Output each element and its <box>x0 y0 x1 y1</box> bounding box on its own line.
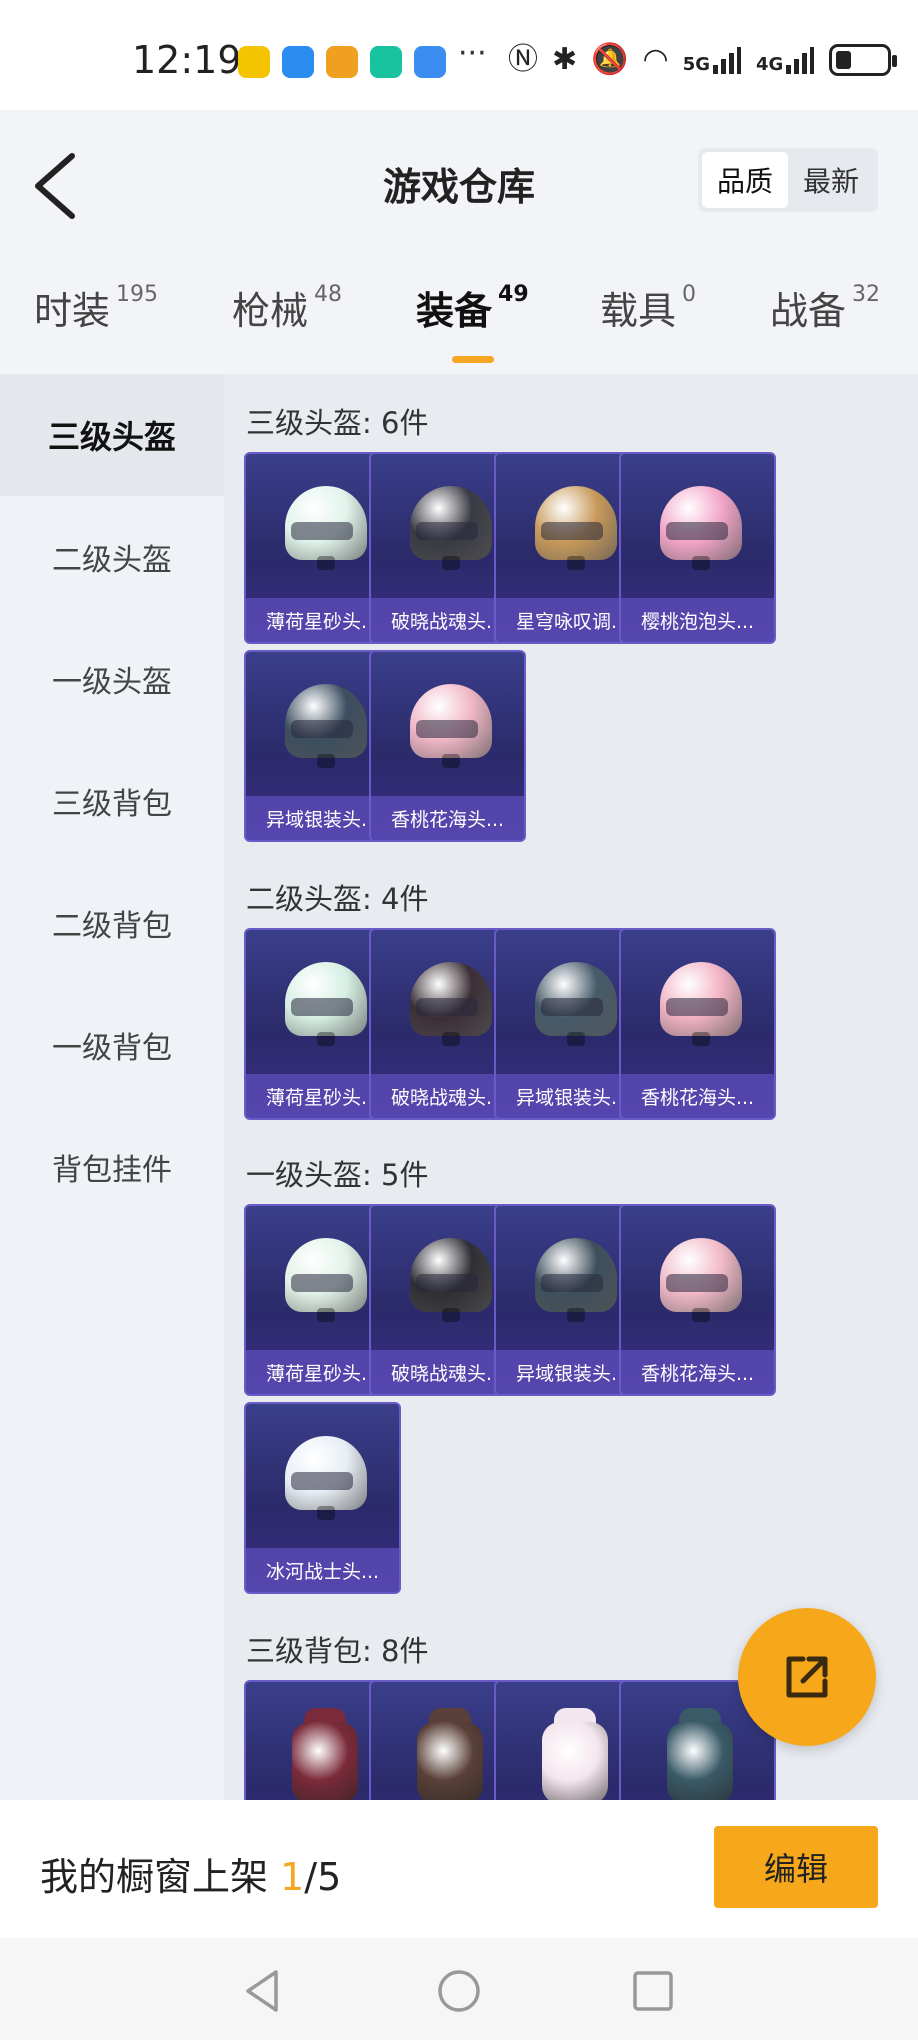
tab-fashion[interactable]: 时装 195 <box>34 280 158 335</box>
bluetooth-icon: ✱ <box>552 42 578 77</box>
section-title: 一级头盔: 5件 <box>246 1158 429 1192</box>
square-recents-icon <box>633 1971 673 2011</box>
share-button[interactable] <box>738 1608 876 1746</box>
notification-app-icon <box>370 46 402 78</box>
nav-back-button[interactable] <box>238 1966 288 2016</box>
more-notifications-icon: ··· <box>458 36 487 71</box>
circle-home-icon <box>438 1970 480 2012</box>
sidebar-item-level3-helmet[interactable]: 三级头盔 <box>0 374 224 496</box>
item-name: 香桃花海头... <box>621 1074 774 1118</box>
sidebar: 三级头盔 二级头盔 一级头盔 三级背包 二级背包 一级背包 背包挂件 <box>0 374 224 1800</box>
item-card[interactable]: 冰河战士头... <box>244 1402 401 1594</box>
tab-label: 枪械 <box>232 289 309 333</box>
share-icon <box>786 1656 828 1698</box>
helmet-image <box>621 1206 774 1354</box>
triangle-back-icon <box>246 1970 278 2012</box>
sidebar-item-level1-helmet[interactable]: 一级头盔 <box>0 618 224 740</box>
tab-count: 0 <box>682 282 697 307</box>
header: 游戏仓库 品质 最新 时装 195 枪械 48 装备 49 载具 0 战备 32 <box>0 110 918 374</box>
sort-option-newest[interactable]: 最新 <box>788 152 874 208</box>
tab-label: 时装 <box>34 289 111 333</box>
status-bar: 12:19 ··· Ⓝ ✱ 🔕 ◠ 5G 4G <box>0 0 918 110</box>
item-name: 冰河战士头... <box>246 1548 399 1592</box>
tab-firearms[interactable]: 枪械 48 <box>232 280 342 335</box>
item-card[interactable]: 香桃花海头... <box>619 928 776 1120</box>
section-title: 二级头盔: 4件 <box>246 882 429 916</box>
sidebar-item-backpack-charm[interactable]: 背包挂件 <box>0 1106 224 1228</box>
tab-count: 48 <box>314 282 343 307</box>
notification-app-icon <box>238 46 270 78</box>
battery-icon <box>829 44 898 76</box>
category-tabs: 时装 195 枪械 48 装备 49 载具 0 战备 32 <box>0 280 918 374</box>
tab-label: 载具 <box>600 289 677 333</box>
helmet-image <box>621 930 774 1078</box>
sort-option-quality[interactable]: 品质 <box>702 152 788 208</box>
edit-button[interactable]: 编辑 <box>714 1826 878 1908</box>
helmet-image <box>246 1404 399 1552</box>
tab-battle-gear[interactable]: 战备 32 <box>770 280 880 335</box>
helmet-image <box>371 652 524 800</box>
showcase-status: 我的橱窗上架 1/5 <box>40 1846 341 1901</box>
signal-4g-icon: 4G <box>756 45 815 75</box>
nav-home-button[interactable] <box>434 1966 484 2016</box>
helmet-image <box>621 454 774 602</box>
tab-equipment[interactable]: 装备 49 <box>416 280 529 335</box>
mute-icon: 🔕 <box>591 42 629 77</box>
notification-app-icon <box>326 46 358 78</box>
tab-count: 195 <box>116 282 159 307</box>
showcase-total-count: /5 <box>304 1855 342 1899</box>
section-title: 三级头盔: 6件 <box>246 406 429 440</box>
sort-toggle: 品质 最新 <box>698 148 878 212</box>
tab-label: 装备 <box>416 289 493 333</box>
system-nav-bar <box>0 1938 918 2040</box>
sidebar-item-level3-backpack[interactable]: 三级背包 <box>0 740 224 862</box>
wifi-icon: ◠ <box>642 42 669 77</box>
showcase-label: 我的橱窗上架 <box>40 1855 269 1899</box>
item-card[interactable]: 香桃花海头... <box>619 1204 776 1396</box>
bottom-bar: 我的橱窗上架 1/5 编辑 <box>0 1800 918 1938</box>
status-app-icons <box>238 46 446 78</box>
item-name: 樱桃泡泡头... <box>621 598 774 642</box>
tab-vehicles[interactable]: 载具 0 <box>600 280 696 335</box>
showcase-current-count: 1 <box>280 1855 305 1899</box>
signal-5g-icon: 5G <box>683 45 742 75</box>
nav-recents-button[interactable] <box>628 1966 678 2016</box>
item-card[interactable]: 香桃花海头... <box>369 650 526 842</box>
item-name: 香桃花海头... <box>371 796 524 840</box>
item-card[interactable]: 樱桃泡泡头... <box>619 452 776 644</box>
active-tab-indicator <box>452 356 494 363</box>
item-grid: 三级头盔: 6件 二级头盔: 4件 一级头盔: 5件 三级背包: 8件 薄荷星砂… <box>224 374 918 1800</box>
status-time: 12:19 <box>132 38 242 82</box>
notification-app-icon <box>414 46 446 78</box>
status-indicators: Ⓝ ✱ 🔕 ◠ 5G 4G <box>508 42 898 78</box>
notification-app-icon <box>282 46 314 78</box>
sidebar-item-level2-helmet[interactable]: 二级头盔 <box>0 496 224 618</box>
sidebar-item-level2-backpack[interactable]: 二级背包 <box>0 862 224 984</box>
tab-count: 49 <box>498 282 529 307</box>
section-title: 三级背包: 8件 <box>246 1634 429 1668</box>
item-name: 香桃花海头... <box>621 1350 774 1394</box>
tab-label: 战备 <box>770 289 847 333</box>
sidebar-item-level1-backpack[interactable]: 一级背包 <box>0 984 224 1106</box>
tab-count: 32 <box>852 282 881 307</box>
nfc-icon: Ⓝ <box>508 42 538 77</box>
battery-level <box>836 51 852 69</box>
